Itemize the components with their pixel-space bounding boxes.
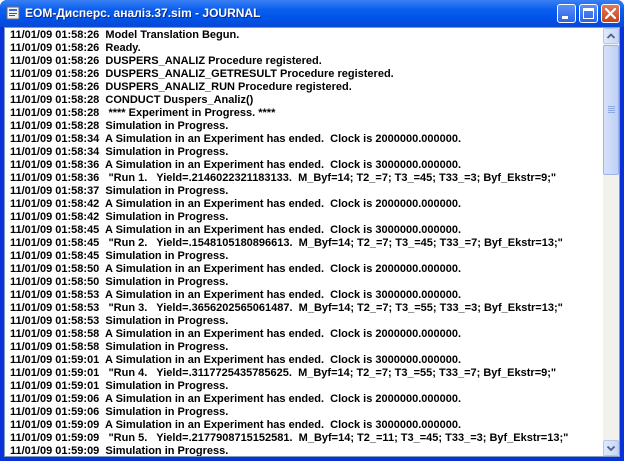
- log-line: 11/01/09 01:58:42 A Simulation in an Exp…: [10, 198, 462, 210]
- log-line: 11/01/09 01:58:37 Simulation in Progress…: [10, 185, 229, 197]
- log-line: 11/01/09 01:58:26 Ready.: [10, 42, 141, 54]
- log-line: 11/01/09 01:58:36 "Run 1. Yield=.2146022…: [10, 172, 557, 184]
- log-line: 11/01/09 01:58:50 Simulation in Progress…: [10, 276, 229, 288]
- log-line: 11/01/09 01:59:09 Simulation in Progress…: [10, 445, 229, 457]
- journal-window: EOM-Дисперс. аналіз.37.sim - JOURNAL 11/…: [0, 0, 624, 461]
- log-line: 11/01/09 01:58:53 Simulation in Progress…: [10, 315, 229, 327]
- sim-app-icon: [6, 6, 20, 20]
- scroll-up-button[interactable]: [603, 28, 619, 44]
- log-line: 11/01/09 01:58:28 Simulation in Progress…: [10, 120, 229, 132]
- log-line: 11/01/09 01:58:58 A Simulation in an Exp…: [10, 328, 462, 340]
- log-line: 11/01/09 01:58:53 A Simulation in an Exp…: [10, 289, 462, 301]
- log-line: 11/01/09 01:58:26 DUSPERS_ANALIZ_RUN Pro…: [10, 81, 352, 93]
- arrow-up-icon: [606, 33, 616, 39]
- minimize-button[interactable]: [557, 4, 576, 23]
- close-icon: [604, 7, 617, 20]
- log-line: 11/01/09 01:58:50 A Simulation in an Exp…: [10, 263, 462, 275]
- log-line: 11/01/09 01:59:01 Simulation in Progress…: [10, 380, 229, 392]
- log-line: 11/01/09 01:58:34 Simulation in Progress…: [10, 146, 229, 158]
- maximize-button[interactable]: [579, 4, 598, 23]
- log-line: 11/01/09 01:59:09 "Run 5. Yield=.2177908…: [10, 432, 569, 444]
- log-line: 11/01/09 01:58:28 **** Experiment in Pro…: [10, 107, 276, 119]
- minimize-icon: [562, 16, 568, 19]
- log-line: 11/01/09 01:58:26 DUSPERS_ANALIZ Procedu…: [10, 55, 322, 67]
- journal-log: 11/01/09 01:58:26 Model Translation Begu…: [10, 29, 602, 457]
- log-line: 11/01/09 01:58:45 Simulation in Progress…: [10, 250, 229, 262]
- journal-content-area[interactable]: 11/01/09 01:58:26 Model Translation Begu…: [4, 27, 620, 457]
- log-line: 11/01/09 01:59:06 Simulation in Progress…: [10, 406, 229, 418]
- log-line: 11/01/09 01:58:28 CONDUCT Duspers_Analiz…: [10, 94, 254, 106]
- log-line: 11/01/09 01:59:01 "Run 4. Yield=.3117725…: [10, 367, 557, 379]
- log-line: 11/01/09 01:59:09 A Simulation in an Exp…: [10, 419, 462, 431]
- scroll-down-button[interactable]: [603, 440, 619, 456]
- log-line: 11/01/09 01:59:06 A Simulation in an Exp…: [10, 393, 462, 405]
- log-line: 11/01/09 01:58:58 Simulation in Progress…: [10, 341, 229, 353]
- log-line: 11/01/09 01:58:45 "Run 2. Yield=.1548105…: [10, 237, 563, 249]
- window-title: EOM-Дисперс. аналіз.37.sim - JOURNAL: [25, 6, 261, 20]
- log-line: 11/01/09 01:58:36 A Simulation in an Exp…: [10, 159, 462, 171]
- log-line: 11/01/09 01:58:34 A Simulation in an Exp…: [10, 133, 462, 145]
- scroll-thumb[interactable]: [603, 45, 619, 175]
- vertical-scrollbar[interactable]: [603, 28, 619, 456]
- log-line: 11/01/09 01:59:01 A Simulation in an Exp…: [10, 354, 462, 366]
- title-bar[interactable]: EOM-Дисперс. аналіз.37.sim - JOURNAL: [0, 0, 624, 27]
- arrow-down-icon: [606, 445, 616, 452]
- maximize-icon: [583, 8, 594, 19]
- close-button[interactable]: [601, 4, 620, 23]
- window-bottom-border: [0, 457, 624, 461]
- log-line: 11/01/09 01:58:53 "Run 3. Yield=.3656202…: [10, 302, 563, 314]
- log-line: 11/01/09 01:58:45 A Simulation in an Exp…: [10, 224, 462, 236]
- log-line: 11/01/09 01:58:26 DUSPERS_ANALIZ_GETRESU…: [10, 68, 394, 80]
- log-line: 11/01/09 01:58:26 Model Translation Begu…: [10, 29, 240, 41]
- log-line: 11/01/09 01:58:42 Simulation in Progress…: [10, 211, 229, 223]
